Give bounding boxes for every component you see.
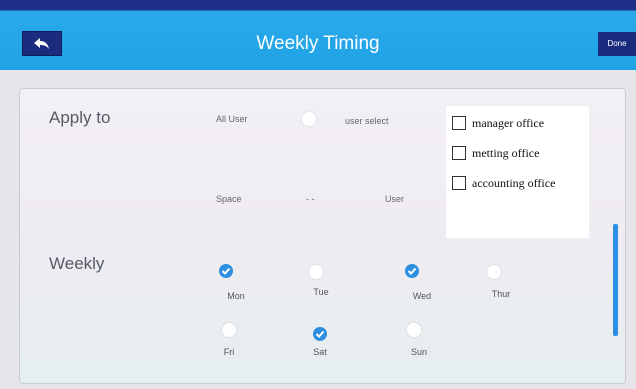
office-item-label: manager office bbox=[472, 115, 545, 130]
page-title: Weekly Timing bbox=[256, 33, 380, 54]
day-label-wed: Wed bbox=[412, 291, 432, 301]
office-checkbox[interactable] bbox=[452, 146, 466, 160]
all-user-label: All User bbox=[216, 114, 248, 124]
day-checkbox-wed[interactable] bbox=[405, 264, 419, 278]
user-field-label[interactable]: User bbox=[385, 194, 404, 204]
office-item-manager[interactable]: manager office bbox=[452, 114, 544, 132]
scrollbar[interactable] bbox=[613, 224, 618, 336]
apply-to-label: Apply to bbox=[49, 108, 111, 127]
day-checkbox-fri[interactable] bbox=[222, 323, 236, 337]
checkmark-icon bbox=[221, 267, 231, 275]
day-label-tue: Tue bbox=[313, 287, 329, 297]
office-item-meeting[interactable]: metting office bbox=[452, 144, 539, 162]
office-list: manager office metting office accounting… bbox=[446, 106, 589, 238]
day-label-fri: Fri bbox=[223, 347, 235, 357]
office-checkbox[interactable] bbox=[452, 116, 466, 130]
day-checkbox-mon[interactable] bbox=[219, 264, 233, 278]
day-label-mon: Mon bbox=[227, 291, 245, 301]
range-separator: - - bbox=[306, 194, 315, 204]
space-label[interactable]: Space bbox=[216, 194, 242, 204]
office-item-label: accounting office bbox=[472, 175, 556, 190]
day-label-thur: Thur bbox=[491, 289, 511, 299]
office-checkbox[interactable] bbox=[452, 176, 466, 190]
day-checkbox-sat[interactable] bbox=[313, 327, 327, 341]
day-checkbox-thur[interactable] bbox=[487, 265, 501, 279]
all-user-radio[interactable] bbox=[302, 112, 316, 126]
checkmark-icon bbox=[315, 330, 325, 338]
day-checkbox-tue[interactable] bbox=[309, 265, 323, 279]
user-select-label: user select bbox=[345, 116, 389, 126]
office-item-label: metting office bbox=[472, 145, 540, 160]
title-bar: Weekly Timing Done bbox=[0, 0, 636, 70]
day-label-sun: Sun bbox=[410, 347, 427, 357]
weekly-label: Weekly bbox=[49, 254, 105, 273]
day-label-sat: Sat bbox=[313, 347, 327, 357]
office-item-accounting[interactable]: accounting office bbox=[452, 174, 555, 192]
checkmark-icon bbox=[407, 267, 417, 275]
day-checkbox-sun[interactable] bbox=[407, 323, 421, 337]
done-button[interactable]: Done bbox=[598, 32, 636, 56]
